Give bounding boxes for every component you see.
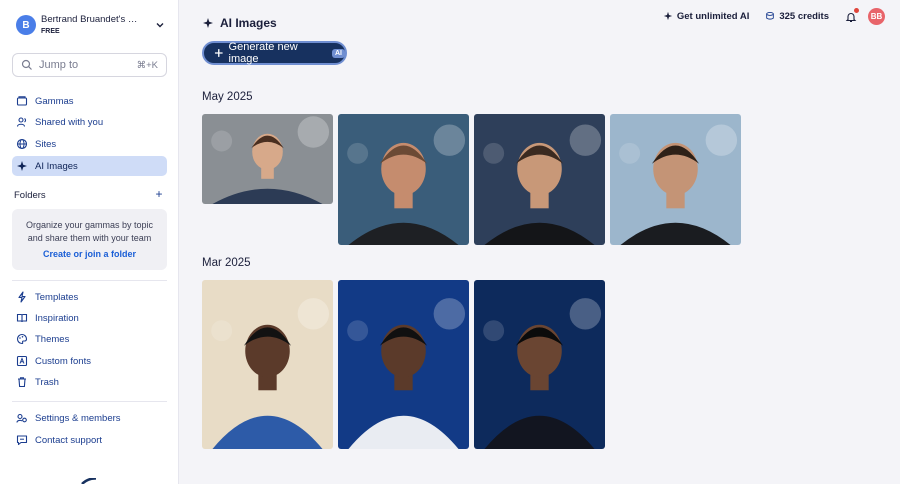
sidebar-item-label: Trash xyxy=(35,376,59,388)
ai-image-thumbnail[interactable] xyxy=(474,114,605,245)
sidebar-divider xyxy=(12,280,167,281)
sparkle-icon xyxy=(663,11,673,21)
sidebar-item-label: Settings & members xyxy=(35,412,121,424)
create-folder-link[interactable]: Create or join a folder xyxy=(12,249,167,259)
ai-image-thumbnail[interactable] xyxy=(474,280,605,449)
ai-image-thumbnail[interactable] xyxy=(202,114,333,204)
sidebar-item-sites[interactable]: Sites xyxy=(12,134,167,154)
sidebar-item-templates[interactable]: Templates xyxy=(12,287,167,307)
folders-hint: Organize your gammas by topic and share … xyxy=(25,220,154,243)
ai-image-thumbnail[interactable] xyxy=(338,114,469,245)
coins-icon xyxy=(766,11,775,20)
sidebar-item-shared[interactable]: Shared with you xyxy=(12,112,167,132)
sidebar-item-custom-fonts[interactable]: Custom fonts xyxy=(12,351,167,371)
notifications-button[interactable] xyxy=(845,8,859,23)
sidebar-item-trash[interactable]: Trash xyxy=(12,372,167,392)
chevron-down-icon[interactable] xyxy=(154,19,166,31)
workspace-switcher[interactable]: B Bertrand Bruandet's Workspace FREE xyxy=(16,13,166,37)
ai-image-thumbnail[interactable] xyxy=(610,114,741,245)
sidebar-item-gammas[interactable]: Gammas xyxy=(12,91,167,111)
sidebar-item-support[interactable]: Contact support xyxy=(12,430,167,450)
sparkle-icon xyxy=(203,18,213,28)
workspace-avatar: B xyxy=(16,15,36,35)
sidebar-item-inspiration[interactable]: Inspiration xyxy=(12,308,167,328)
settings-icon xyxy=(16,413,27,423)
sidebar-item-ai-images[interactable]: AI Images xyxy=(12,156,167,176)
add-folder-button[interactable]: + xyxy=(153,188,165,200)
templates-icon xyxy=(18,291,26,303)
gammas-icon xyxy=(16,96,28,106)
sidebar-item-label: Sites xyxy=(35,138,57,150)
sidebar-item-label: Themes xyxy=(35,333,70,345)
workspace-name: Bertrand Bruandet's Workspace xyxy=(41,15,141,25)
ai-image-thumbnail[interactable] xyxy=(338,280,469,449)
ai-badge: AI xyxy=(332,48,345,58)
sidebar-item-label: Contact support xyxy=(35,434,103,446)
sidebar: B Bertrand Bruandet's Workspace FREE ⌘+K… xyxy=(0,0,179,484)
user-avatar[interactable]: BB xyxy=(868,7,885,25)
sidebar-item-label: Shared with you xyxy=(35,116,104,128)
ai-image-thumbnail[interactable] xyxy=(202,280,333,449)
get-unlimited-ai-button[interactable]: Get unlimited AI xyxy=(663,11,749,22)
globe-icon xyxy=(16,138,28,150)
palette-icon xyxy=(16,333,28,345)
gamma-logo-icon xyxy=(81,478,97,484)
section-title: Mar 2025 xyxy=(202,257,251,269)
sidebar-item-label: Inspiration xyxy=(35,312,79,324)
users-icon xyxy=(16,117,27,127)
search-input[interactable] xyxy=(39,59,129,71)
sparkle-icon xyxy=(17,161,27,171)
credits-button[interactable]: 325 credits xyxy=(765,11,829,22)
section-title: May 2025 xyxy=(202,91,253,103)
sidebar-divider xyxy=(12,401,167,402)
sidebar-item-label: AI Images xyxy=(35,160,78,172)
sidebar-item-themes[interactable]: Themes xyxy=(12,329,167,349)
chat-icon xyxy=(16,435,28,446)
notification-dot xyxy=(854,8,859,13)
jump-to-search[interactable]: ⌘+K xyxy=(12,53,167,77)
main-content: AI Images Get unlimited AI 325 credits B… xyxy=(180,0,900,484)
book-icon xyxy=(16,313,28,323)
plus-icon xyxy=(214,49,223,57)
folders-empty-state: Organize your gammas by topic and share … xyxy=(12,209,167,270)
font-icon xyxy=(16,355,28,367)
sidebar-item-label: Gammas xyxy=(35,95,74,107)
sidebar-item-settings[interactable]: Settings & members xyxy=(12,408,167,428)
workspace-plan: FREE xyxy=(41,27,60,35)
sidebar-item-label: Custom fonts xyxy=(35,355,91,367)
search-shortcut: ⌘+K xyxy=(136,59,158,71)
sidebar-item-label: Templates xyxy=(35,291,79,303)
page-title: AI Images xyxy=(202,16,277,30)
topbar-actions: Get unlimited AI 325 credits BB xyxy=(647,7,885,25)
search-icon xyxy=(21,59,32,70)
trash-icon xyxy=(18,377,26,388)
generate-new-image-button[interactable]: Generate new image AI xyxy=(202,41,347,65)
folders-heading: Folders xyxy=(14,190,46,201)
